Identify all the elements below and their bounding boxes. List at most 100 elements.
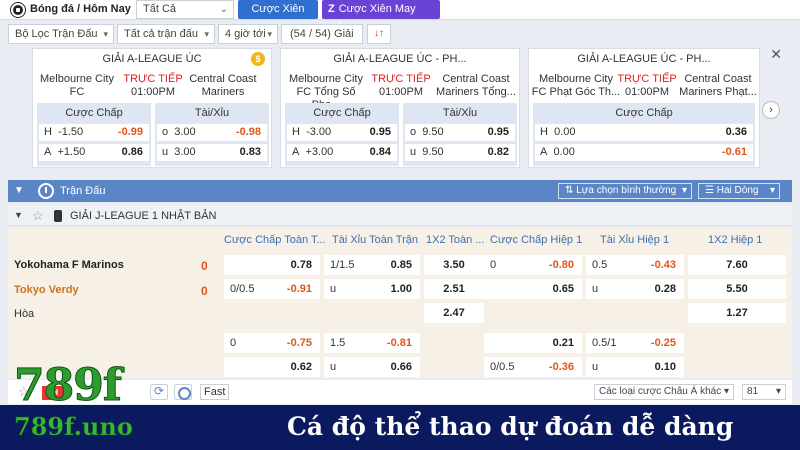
odds-cell[interactable]: 2.51 xyxy=(424,279,484,299)
odds-row[interactable]: H 0.00 0.36 xyxy=(535,124,753,141)
lucky-parlay-button[interactable]: ZCược Xiên May Mắn xyxy=(322,0,440,34)
odds-type-select[interactable]: Các loại cược Châu Á khác ▾ xyxy=(594,384,734,400)
odds-cell[interactable]: 7.60 xyxy=(688,255,786,275)
odds-line: A 0.00 xyxy=(540,146,575,158)
page-title: Bóng đá / Hôm Nay xyxy=(30,3,131,15)
odds-cell[interactable]: 0.65 xyxy=(484,279,582,299)
sport-filter-select[interactable]: Tất Cả ⌄ xyxy=(136,0,234,19)
handicap-header: Cược Chấp xyxy=(615,107,673,119)
odds-line: u 9.50 xyxy=(410,146,444,158)
all-matches-label: Tất cả trận đấu xyxy=(124,28,198,40)
timer-icon[interactable] xyxy=(174,384,192,400)
odds-cell[interactable]: 2.47 xyxy=(424,303,484,323)
league-count-button[interactable]: (54 / 54) Giải xyxy=(281,24,363,44)
odds-cell[interactable]: u 0.28 xyxy=(586,279,684,299)
lucky-z-icon: Z xyxy=(328,3,335,15)
over-under-box: Tài/Xỉu o 9.50 0.95 u 9.50 0.82 xyxy=(403,103,517,166)
odds-line: H 0.00 xyxy=(540,126,576,138)
handicap-box: Cược Chấp H 0.00 0.36 A 0.00 -0.61 xyxy=(533,103,755,166)
fast-bet-button[interactable]: Fast xyxy=(200,384,230,400)
match-filter-select[interactable]: Bộ Lọc Trận Đấu ▾ xyxy=(8,24,114,44)
odds-cell[interactable]: 0 -0.75 xyxy=(224,333,320,353)
over-under-box: Tài/Xỉu o 3.00 -0.98 u 3.00 0.83 xyxy=(155,103,269,166)
odds-row[interactable]: o 3.00 -0.98 xyxy=(157,124,267,141)
featured-match-card[interactable]: GIẢI A-LEAGUE ÚC - PH... Melbourne City … xyxy=(280,48,520,168)
odds-cell[interactable]: u 1.00 xyxy=(324,279,420,299)
odds-cell[interactable]: u 0.66 xyxy=(324,357,420,377)
time-range-label: 4 giờ tới xyxy=(225,28,266,40)
odds-cell[interactable]: 0 -0.80 xyxy=(484,255,582,275)
odds-cell[interactable]: 0/0.5 -0.36 xyxy=(484,357,582,377)
league-name: GIẢI J-LEAGUE 1 NHẬT BẢN xyxy=(70,210,217,222)
card-league-name: GIẢI A-LEAGUE ÚC - PH... xyxy=(333,53,467,65)
odds-row[interactable]: A 0.00 -0.61 xyxy=(535,144,753,161)
section-title: Trận Đấu xyxy=(60,185,106,197)
chevron-down-icon: ▾ xyxy=(267,29,272,39)
odds-row[interactable]: o 9.50 0.95 xyxy=(405,124,515,141)
filter-bar: Bộ Lọc Trận Đấu ▾ Tất cả trận đấu ▾ 4 gi… xyxy=(0,22,800,46)
brand-logo: 789f xyxy=(14,360,123,411)
handicap-header: Cược Chấp xyxy=(65,107,123,119)
league-row[interactable]: ▼ ☆ GIẢI J-LEAGUE 1 NHẬT BẢN xyxy=(8,206,792,226)
away-score: 0 xyxy=(201,284,208,298)
coin-icon: $ xyxy=(251,52,265,66)
featured-match-card[interactable]: GIẢI A-LEAGUE ÚC - PH... Melbourne City … xyxy=(528,48,760,168)
odds-line: o 9.50 xyxy=(410,126,444,138)
sort-mode-select[interactable]: ⇅ Lựa chọn bình thường ▾ xyxy=(558,183,692,199)
odds-cell[interactable]: 0.5 -0.43 xyxy=(586,255,684,275)
odds-row[interactable]: A +3.00 0.84 xyxy=(287,144,397,161)
odds-row[interactable]: A +1.50 0.86 xyxy=(39,144,149,161)
sort-icon[interactable]: ↓↑ xyxy=(367,24,391,44)
featured-match-card[interactable]: GIẢI A-LEAGUE ÚC $ Melbourne City FC TRỰ… xyxy=(32,48,272,168)
handicap-box: Cược Chấp H -3.00 0.95 A +3.00 0.84 xyxy=(285,103,399,166)
kickoff-time: 01:00PM xyxy=(378,86,424,98)
collapse-toggle-icon[interactable]: ▼ xyxy=(14,210,23,220)
odds-cell[interactable]: 0/0.5 -0.91 xyxy=(224,279,320,299)
odds-value: 0.36 xyxy=(725,126,747,138)
odds-value: 0.86 xyxy=(121,146,143,158)
odds-cell[interactable]: 0.5/1 -0.25 xyxy=(586,333,684,353)
odds-line: o 3.00 xyxy=(162,126,196,138)
top-bar: Bóng đá / Hôm Nay Tất Cả ⌄ Cược Xiên Z Cư… xyxy=(0,0,800,34)
parlay-button[interactable]: Cược Xiên xyxy=(238,0,318,19)
column-header: Tài Xỉu Hiệp 1 xyxy=(600,234,670,246)
odds-cell[interactable]: u 0.10 xyxy=(586,357,684,377)
odds-cell[interactable]: 0.78 xyxy=(224,255,320,275)
column-header: 1X2 Toàn ... xyxy=(426,234,485,246)
odds-row[interactable]: H -1.50 -0.99 xyxy=(39,124,149,141)
lines-mode-label: ☰ Hai Dòng xyxy=(705,185,759,196)
time-range-select[interactable]: 4 giờ tới ▾ xyxy=(218,24,278,44)
live-label: TRỰC TIẾP xyxy=(617,73,677,85)
brand-domain: 789f.uno xyxy=(14,412,133,441)
draw-label: Hòa xyxy=(14,308,35,320)
league-logo-icon xyxy=(54,210,62,222)
all-matches-select[interactable]: Tất cả trận đấu ▾ xyxy=(117,24,215,44)
away-team[interactable]: Tokyo Verdy xyxy=(14,284,79,296)
more-markets-select[interactable]: 81 ▾ xyxy=(742,384,786,400)
lines-mode-select[interactable]: ☰ Hai Dòng ▾ xyxy=(698,183,780,199)
odds-row[interactable]: u 9.50 0.82 xyxy=(405,144,515,161)
home-team[interactable]: Yokohama F Marinos xyxy=(14,259,124,271)
odds-cell[interactable]: 0.21 xyxy=(484,333,582,353)
chevron-down-icon: ▾ xyxy=(103,29,108,39)
sport-filter-value: Tất Cả xyxy=(143,3,177,15)
odds-row[interactable]: u 3.00 0.83 xyxy=(157,144,267,161)
chevron-right-icon[interactable]: › xyxy=(762,101,780,119)
column-header: Cược Chấp Hiệp 1 xyxy=(490,234,583,246)
odds-line: A +1.50 xyxy=(44,146,86,158)
odds-cell[interactable]: 1/1.5 0.85 xyxy=(324,255,420,275)
sort-mode-label: ⇅ Lựa chọn bình thường xyxy=(565,185,677,196)
column-header: Cược Chấp Toàn T... xyxy=(224,234,326,246)
star-icon[interactable]: ☆ xyxy=(32,208,44,224)
odds-cell[interactable]: 5.50 xyxy=(688,279,786,299)
match-bottom-bar: ☆ 1H Fast Các loại cược Châu Á khác ▾ 81… xyxy=(8,380,792,404)
chevron-down-icon: ▾ xyxy=(723,386,729,397)
close-icon[interactable]: ✕ xyxy=(770,46,782,63)
odds-cell[interactable]: 1.5 -0.81 xyxy=(324,333,420,353)
collapse-toggle-icon[interactable]: ▼ xyxy=(14,185,24,196)
refresh-icon[interactable] xyxy=(150,384,168,400)
odds-cell[interactable]: 3.50 xyxy=(424,255,484,275)
odds-cell[interactable]: 1.27 xyxy=(688,303,786,323)
odds-row[interactable]: H -3.00 0.95 xyxy=(287,124,397,141)
odds-cell[interactable]: 0.62 xyxy=(224,357,320,377)
